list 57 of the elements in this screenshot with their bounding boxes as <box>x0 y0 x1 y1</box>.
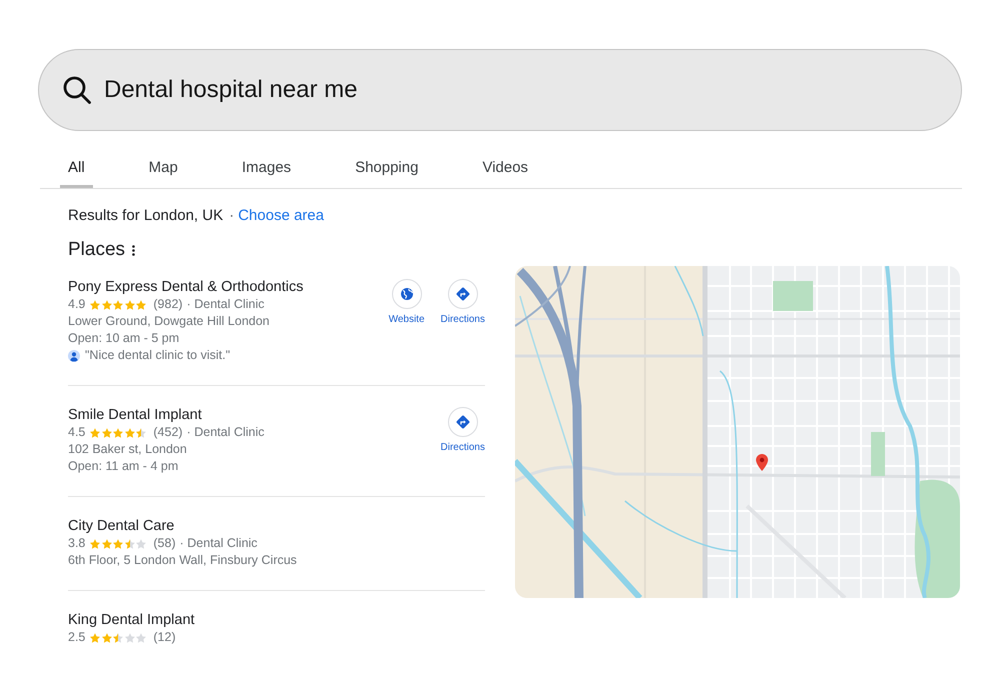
review-count: (452) <box>153 424 183 441</box>
place-name[interactable]: King Dental Implant <box>68 611 195 629</box>
tab[interactable]: All <box>60 150 93 188</box>
directions-button[interactable]: Directions <box>440 407 485 453</box>
place-address: 6th Floor, 5 London Wall, Finsbury Circus <box>68 552 297 569</box>
star-icon <box>90 632 100 642</box>
star-icon <box>90 300 100 310</box>
tab[interactable]: Shopping <box>347 150 426 188</box>
star-icon <box>113 428 124 438</box>
search-icon[interactable] <box>63 76 91 104</box>
website-button[interactable]: Website <box>388 279 425 325</box>
directions-button[interactable]: Directions <box>440 279 485 325</box>
user-avatar-icon <box>68 350 80 362</box>
place-category: · Dental Clinic <box>180 535 258 552</box>
map-pin-icon[interactable] <box>756 454 768 471</box>
rating-value: 2.5 <box>68 629 86 646</box>
place-category: · Dental Clinic <box>186 296 264 313</box>
tab[interactable]: Videos <box>474 150 536 188</box>
directions-icon <box>448 407 478 437</box>
star-icon <box>90 538 100 548</box>
review-count: (12) <box>153 629 176 646</box>
star-icon <box>102 428 112 438</box>
rating-value: 3.8 <box>68 535 86 552</box>
star-icon <box>124 428 135 438</box>
half-star-icon <box>113 632 124 642</box>
star-icon <box>102 632 112 642</box>
globe-icon <box>392 279 422 309</box>
star-icon <box>113 300 124 310</box>
choose-area-link[interactable]: Choose area <box>238 207 324 224</box>
half-star-icon <box>124 538 135 548</box>
place-name[interactable]: Smile Dental Implant <box>68 406 202 424</box>
places-heading: Places <box>68 238 126 262</box>
half-star-icon <box>136 428 146 438</box>
star-icon <box>90 428 100 438</box>
tab[interactable]: Images <box>234 150 300 188</box>
opening-hours: Open: 11 am - 4 pm <box>68 458 178 475</box>
review-count: (58) <box>153 535 176 552</box>
star-icon <box>124 300 135 310</box>
review-count: (982) <box>153 296 183 313</box>
place-name[interactable]: City Dental Care <box>68 517 174 535</box>
results-location-text: Results for London, UK · Choose area <box>68 206 324 226</box>
more-options-icon[interactable] <box>132 244 136 256</box>
review-snippet: "Nice dental clinic to visit." <box>85 347 230 364</box>
search-field[interactable]: Dental hospital near me <box>38 49 962 131</box>
tab[interactable]: Map <box>140 150 186 188</box>
place-address: Lower Ground, Dowgate Hill London <box>68 313 270 330</box>
star-icon <box>113 538 124 548</box>
place-address: 102 Baker st, London <box>68 441 187 458</box>
directions-icon <box>448 279 478 309</box>
place-name[interactable]: Pony Express Dental & Orthodontics <box>68 278 304 296</box>
star-icon <box>136 300 146 310</box>
rating-value: 4.5 <box>68 424 86 441</box>
star-icon <box>102 300 112 310</box>
star-icon <box>102 538 112 548</box>
opening-hours: Open: 10 am - 5 pm <box>68 330 180 347</box>
place-category: · Dental Clinic <box>186 424 264 441</box>
rating-value: 4.9 <box>68 296 86 313</box>
